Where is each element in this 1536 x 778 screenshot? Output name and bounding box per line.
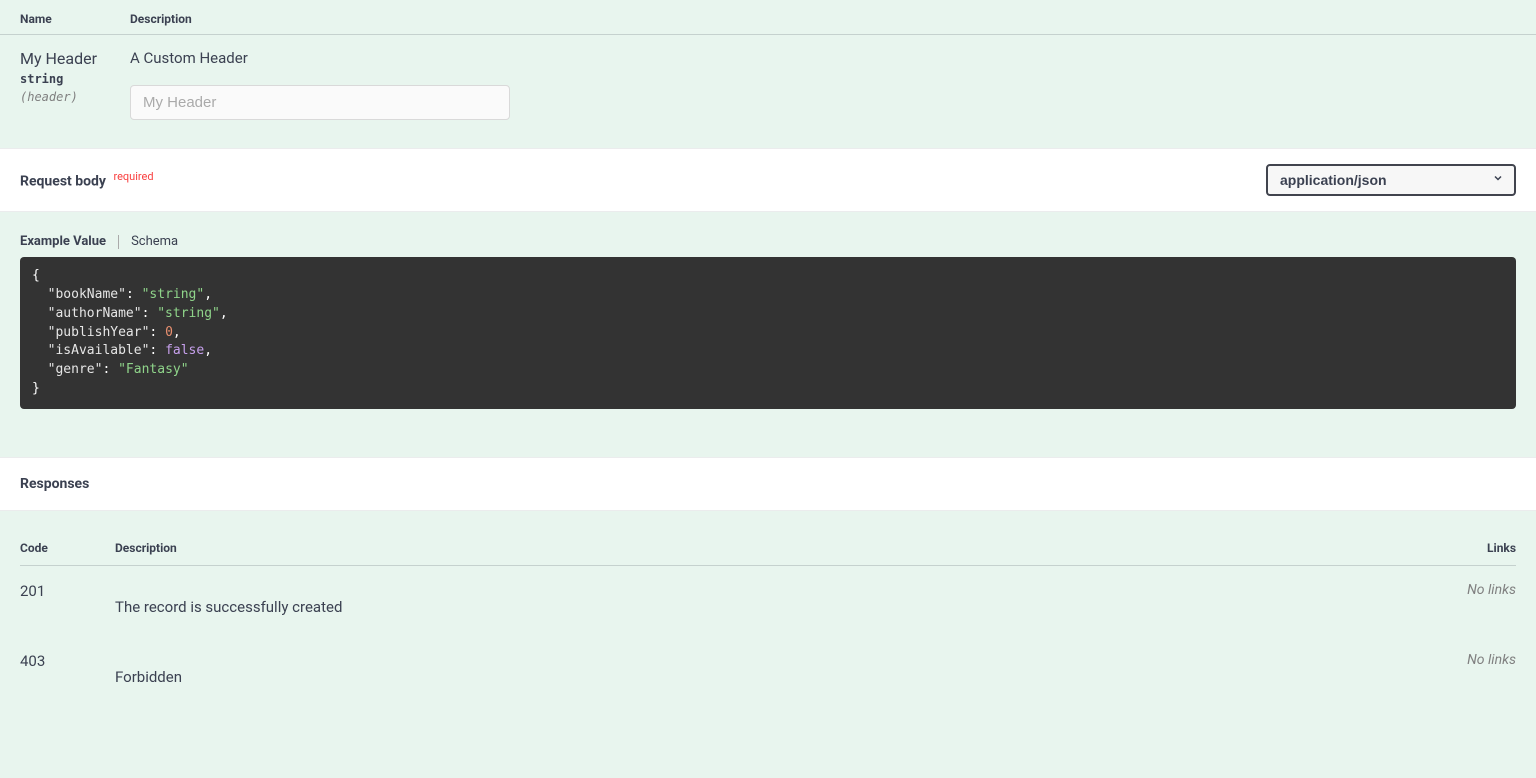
request-body-section: Request body required application/json	[0, 148, 1536, 212]
responses-header-links: Links	[1436, 541, 1516, 555]
parameter-description: A Custom Header	[130, 49, 1516, 67]
responses-header-description: Description	[115, 541, 1436, 555]
parameter-row: My Header string (header) A Custom Heade…	[0, 35, 1536, 148]
parameter-description-column: A Custom Header	[130, 49, 1516, 120]
content-type-select-wrap[interactable]: application/json	[1266, 164, 1516, 196]
response-links: No links	[1436, 652, 1516, 686]
responses-table-header: Code Description Links	[20, 541, 1516, 566]
parameter-name-column: My Header string (header)	[20, 49, 130, 120]
parameters-table-header: Name Description	[0, 0, 1536, 35]
content-type-select[interactable]: application/json	[1266, 164, 1516, 196]
required-badge: required	[113, 170, 153, 183]
responses-section: Responses	[0, 457, 1536, 511]
tab-example-value[interactable]: Example Value	[20, 234, 106, 249]
example-code-block[interactable]: { "bookName": "string", "authorName": "s…	[20, 257, 1516, 409]
parameter-type: string	[20, 72, 130, 86]
request-body-title-wrap: Request body required	[20, 170, 154, 190]
response-row: 201The record is successfully createdNo …	[20, 566, 1516, 636]
tab-separator	[118, 235, 119, 249]
response-links: No links	[1436, 582, 1516, 616]
body-tabs: Example Value Schema	[20, 234, 1516, 249]
responses-title: Responses	[20, 476, 89, 492]
parameters-header-name: Name	[20, 12, 130, 26]
response-description: The record is successfully created	[115, 582, 1436, 616]
responses-table: Code Description Links 201The record is …	[0, 511, 1536, 726]
response-row: 403ForbiddenNo links	[20, 636, 1516, 706]
parameter-name: My Header	[20, 49, 130, 68]
response-code: 201	[20, 582, 115, 616]
responses-header-code: Code	[20, 541, 115, 555]
parameter-in: (header)	[20, 90, 130, 104]
response-code: 403	[20, 652, 115, 686]
response-description: Forbidden	[115, 652, 1436, 686]
request-body-title: Request body	[20, 174, 106, 190]
tab-schema[interactable]: Schema	[131, 234, 178, 249]
parameter-value-input[interactable]	[130, 85, 510, 120]
request-body-content: Example Value Schema { "bookName": "stri…	[0, 212, 1536, 457]
parameters-header-description: Description	[130, 12, 192, 26]
